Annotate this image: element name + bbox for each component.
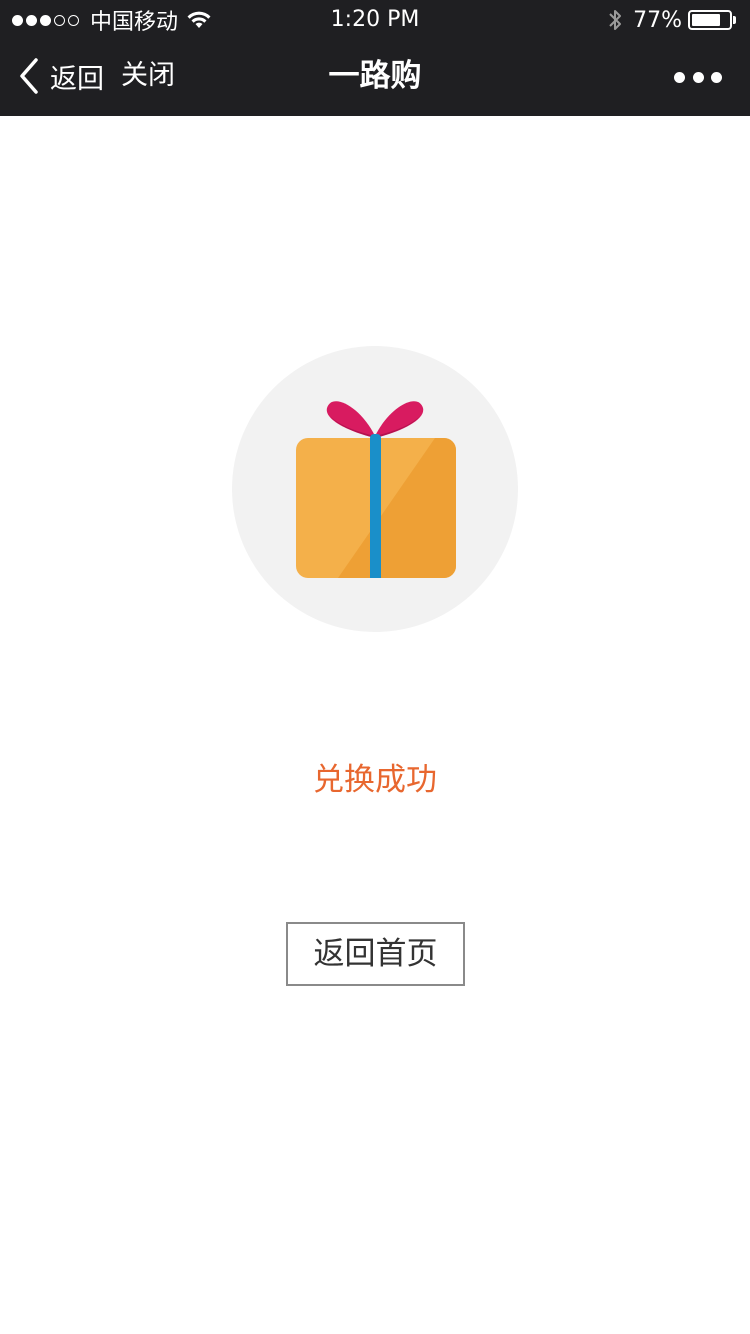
page-title: 一路购 [328, 58, 422, 94]
more-icon [711, 71, 722, 83]
success-message: 兑换成功 [313, 762, 437, 798]
battery-percent: 77% [633, 7, 682, 33]
bluetooth-icon [609, 10, 622, 30]
return-home-button[interactable]: 返回首页 [286, 922, 465, 986]
gift-icon [296, 401, 456, 578]
more-icon [692, 71, 704, 83]
more-icon [674, 71, 685, 83]
more-button[interactable] [674, 62, 722, 92]
screen: 中国移动 1:20 PM 77% 返回 关闭 一路购 兑换成功 返回首页 [0, 0, 750, 1334]
status-bar: 中国移动 1:20 PM 77% [0, 0, 750, 40]
gift-illustration [232, 346, 518, 632]
battery-cap [733, 16, 736, 24]
battery-fill [692, 14, 720, 26]
status-right: 77% [607, 6, 736, 34]
battery-icon [688, 10, 732, 30]
nav-bar: 返回 关闭 一路购 [0, 40, 750, 116]
